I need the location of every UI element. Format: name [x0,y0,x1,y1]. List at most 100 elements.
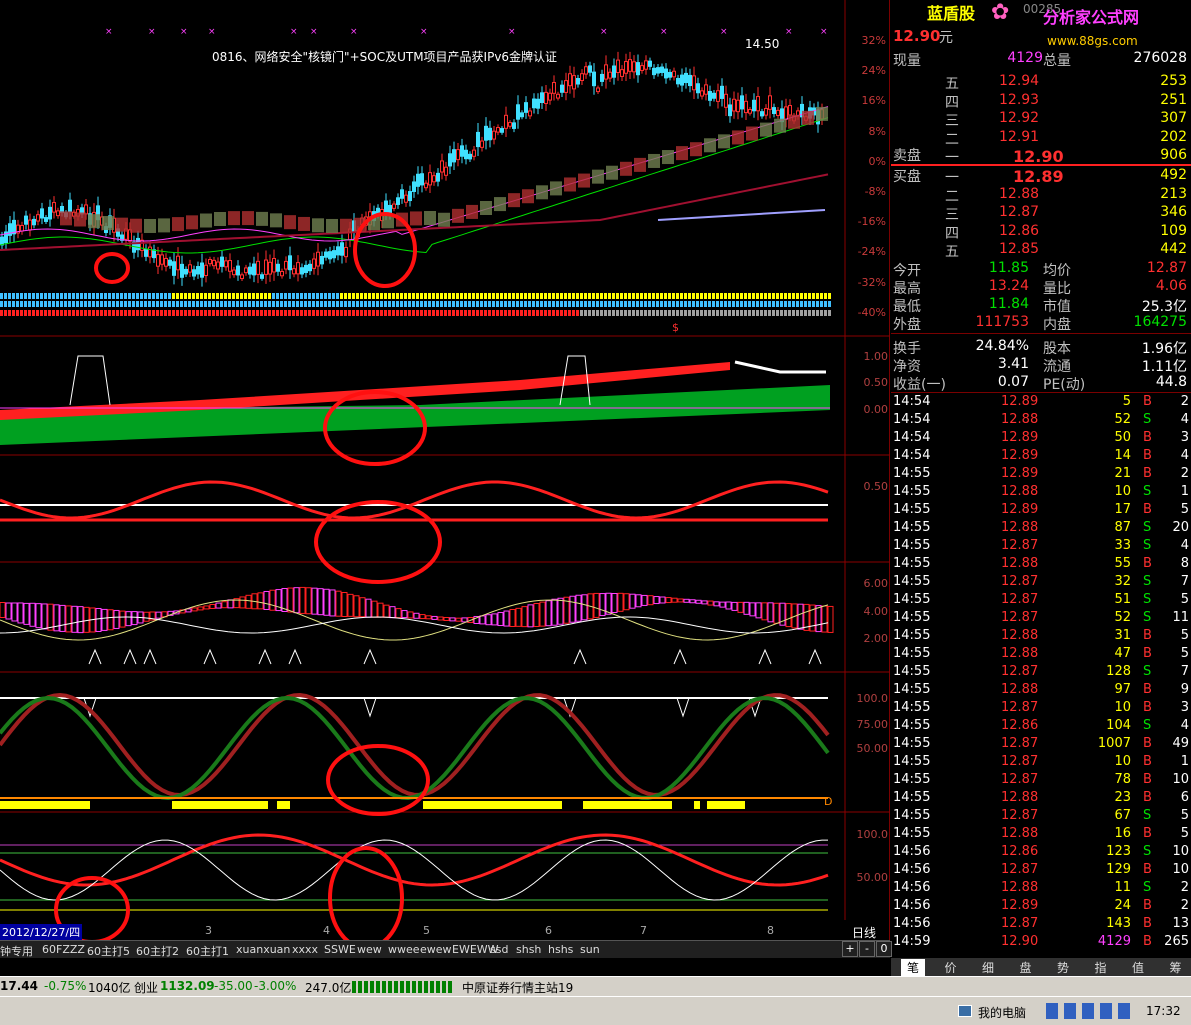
tick-row[interactable]: 14:55 12.87 32 S 7 [891,574,1191,592]
formula-tab[interactable]: sun [580,943,600,956]
signal-strip [704,310,707,316]
tick-row[interactable]: 14:55 12.87 10 B 1 [891,754,1191,772]
quote-tab[interactable]: 笔 [901,959,925,976]
tick-side: S [1143,880,1152,895]
nav-button[interactable]: + [842,941,858,957]
clock[interactable]: 17:32 [1146,1004,1181,1018]
bid-volume: 346 [1160,204,1187,220]
tick-row[interactable]: 14:55 12.87 52 S 11 [891,610,1191,628]
formula-tab[interactable]: 60主打2 [136,943,179,959]
tick-time: 14:55 [893,628,931,643]
formula-tab[interactable]: wew [357,943,382,956]
my-computer-label[interactable]: 我的电脑 [978,1004,1026,1021]
ind3-bar [107,609,114,631]
ma-cloud [816,106,828,121]
tick-row[interactable]: 14:56 12.87 129 B 10 [891,862,1191,880]
tick-row[interactable]: 14:55 12.87 67 S 5 [891,808,1191,826]
formula-tab[interactable]: 钟专用 [0,943,33,959]
tick-row[interactable]: 14:55 12.89 17 B 5 [891,502,1191,520]
formula-tab[interactable]: shsh [516,943,541,956]
tick-row[interactable]: 14:55 12.87 10 B 3 [891,700,1191,718]
nav-button[interactable]: - [859,941,875,957]
formula-tab[interactable]: 60主打5 [87,943,130,959]
candle-body [480,140,484,148]
formula-tab[interactable]: hshs [548,943,573,956]
signal-strip [64,301,67,307]
tick-row[interactable]: 14:54 12.89 14 B 4 [891,448,1191,466]
tick-row[interactable]: 14:55 12.88 87 S 20 [891,520,1191,538]
tick-row[interactable]: 14:55 12.88 47 B 5 [891,646,1191,664]
tick-volume: 5 [1122,394,1131,409]
tick-time: 14:55 [893,502,931,517]
candle-body [244,267,248,274]
stat-label: 市值 [1043,299,1071,315]
quote-tab[interactable]: 细 [976,959,1000,976]
tick-row[interactable]: 14:55 12.87 128 S 7 [891,664,1191,682]
formula-tab[interactable]: xxxx [292,943,318,956]
formula-tab[interactable]: ssd [490,943,508,956]
signal-strip [284,293,287,299]
chart-area[interactable]: × × × × × × × × × × × × × × 0816、网络安全"核镜门"+SOC及UTM项目产… [0,0,890,940]
tick-row[interactable]: 14:55 12.88 97 B 9 [891,682,1191,700]
tick-row[interactable]: 14:55 12.88 10 S 1 [891,484,1191,502]
tick-row[interactable]: 14:56 12.87 143 B 13 [891,916,1191,934]
tick-count: 8 [1180,556,1189,571]
signal-strip [796,293,799,299]
formula-tab[interactable]: 60主打1 [186,943,229,959]
tick-volume: 87 [1114,520,1131,535]
candle-body [500,128,504,133]
formula-tabs: 钟专用 60FZZZ 60主打5 60主打2 60主打1 xuanxuan xxxx SSWE… [0,940,890,958]
tick-row[interactable]: 14:55 12.89 21 B 2 [891,466,1191,484]
tick-side: B [1143,736,1152,751]
tick-row[interactable]: 14:55 12.87 1007 B 49 [891,736,1191,754]
candle-body [220,256,224,267]
quote-tab[interactable]: 价 [939,959,963,976]
tick-row[interactable]: 14:59 12.90 4129 B 265 [891,934,1191,952]
candle-body [700,90,704,97]
signal-strip [280,293,283,299]
quote-tab[interactable]: 筹 [1164,959,1188,976]
quote-tab[interactable]: 盘 [1014,959,1038,976]
signal-strip [736,301,739,307]
tick-row[interactable]: 14:55 12.88 23 B 6 [891,790,1191,808]
ind3-bar [743,601,750,615]
tick-row[interactable]: 14:54 12.89 5 B 2 [891,394,1191,412]
tick-row[interactable]: 14:54 12.88 52 S 4 [891,412,1191,430]
formula-tab[interactable]: ewew [420,943,452,956]
tick-row[interactable]: 14:56 12.88 11 S 2 [891,880,1191,898]
tick-row[interactable]: 14:55 12.87 78 B 10 [891,772,1191,790]
ind3-bar [677,598,684,603]
tick-row[interactable]: 14:54 12.89 50 B 3 [891,430,1191,448]
tick-row[interactable]: 14:55 12.88 55 B 8 [891,556,1191,574]
tick-row[interactable]: 14:55 12.88 16 B 5 [891,826,1191,844]
stat-label: 换手 [893,341,921,357]
signal-strip [4,293,7,299]
tick-row[interactable]: 14:55 12.88 31 B 5 [891,628,1191,646]
tick-row[interactable]: 14:55 12.87 51 S 5 [891,592,1191,610]
chart-canvas[interactable]: × × × × × × × × × × × × × × [0,0,890,940]
tick-price: 12.87 [1001,538,1039,553]
tick-row[interactable]: 14:56 12.86 123 S 10 [891,844,1191,862]
news-headline[interactable]: 0816、网络安全"核镜门"+SOC及UTM项目产品获IPv6金牌认证 [212,48,557,65]
candle-body [540,92,544,104]
tick-row[interactable]: 14:56 12.89 24 B 2 [891,898,1191,916]
ind3-bar [329,589,336,617]
formula-tab[interactable]: 60FZZZ [42,943,85,956]
tick-volume: 47 [1114,646,1131,661]
signal-strip [240,293,243,299]
formula-tab[interactable]: wwee [388,943,420,956]
signal-strip [244,293,247,299]
formula-tab[interactable]: SSWE [324,943,356,956]
tick-row[interactable]: 14:55 12.86 104 S 4 [891,718,1191,736]
quote-tab[interactable]: 势 [1051,959,1075,976]
period-label[interactable]: 日线 [852,924,876,941]
signal-strip [268,310,271,316]
signal-strip [184,293,187,299]
quote-tab[interactable]: 值 [1126,959,1150,976]
ind3-bar [59,604,66,632]
tick-side: S [1143,610,1152,625]
nav-button[interactable]: 0 [876,941,892,957]
tick-row[interactable]: 14:55 12.87 33 S 4 [891,538,1191,556]
quote-tab[interactable]: 指 [1089,959,1113,976]
formula-tab[interactable]: xuanxuan [236,943,290,956]
